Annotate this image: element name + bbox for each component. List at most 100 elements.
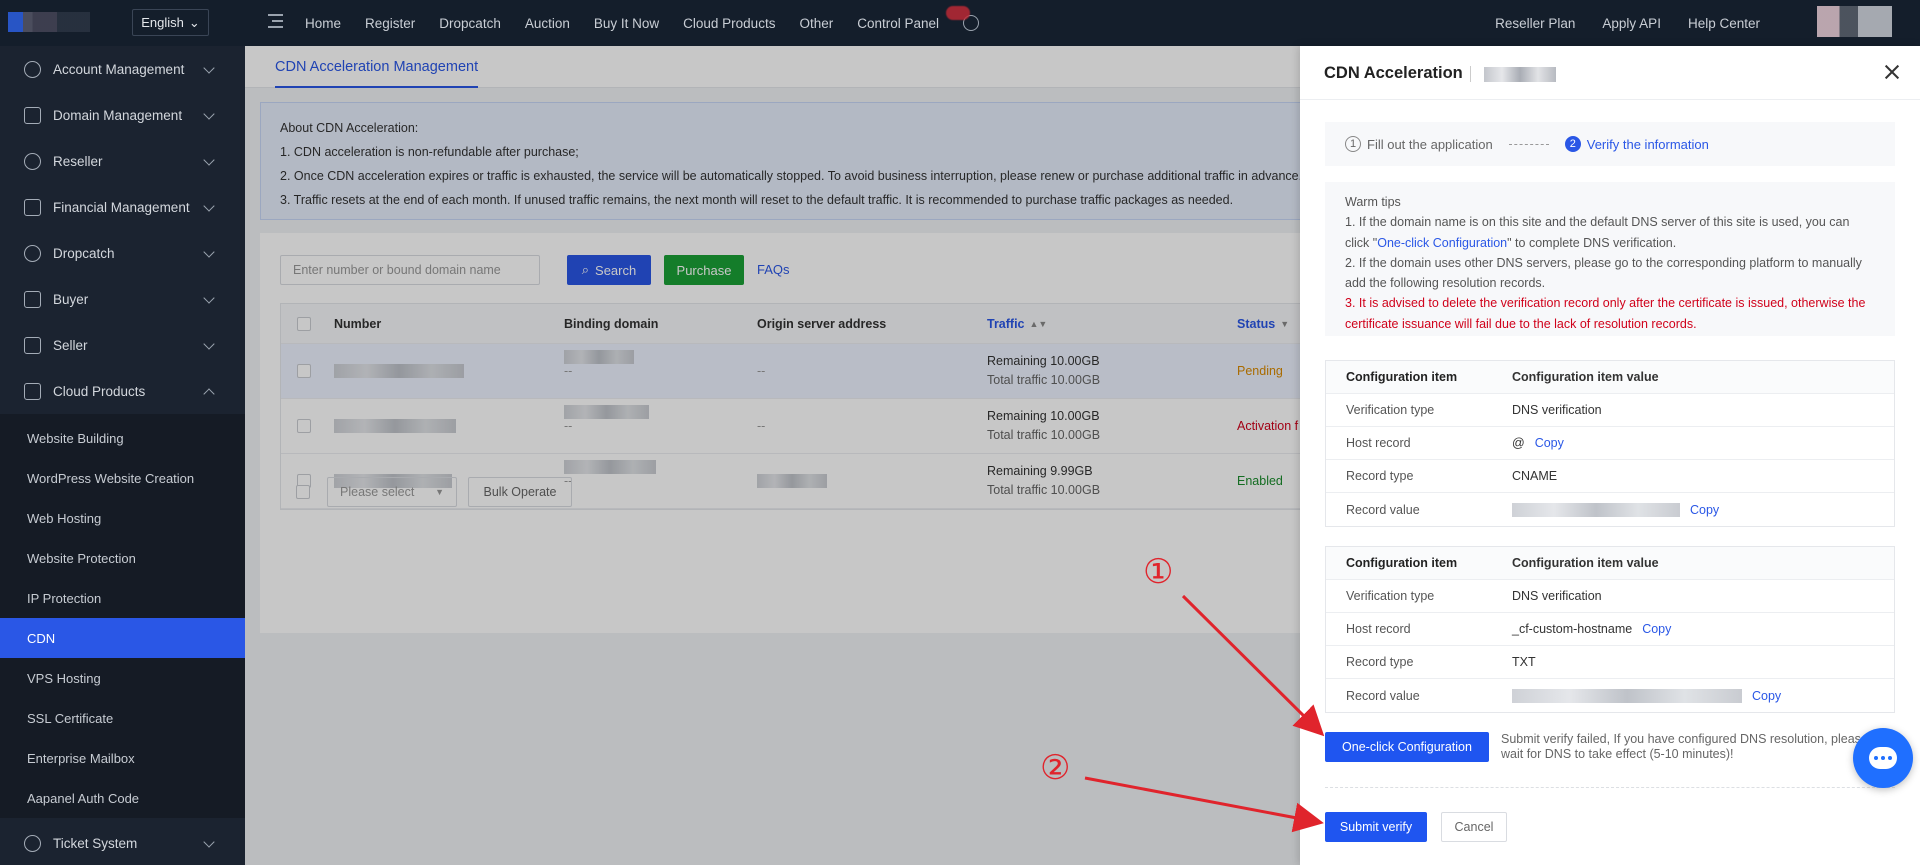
one-click-config-link[interactable]: One-click Configuration [1377, 236, 1507, 250]
sidebar-sub-ip-protection[interactable]: IP Protection [0, 578, 245, 618]
top-nav: Home Register Dropcatch Auction Buy It N… [305, 0, 980, 46]
sidebar-item-dropcatch[interactable]: Dropcatch [0, 230, 245, 276]
language-selector[interactable]: English ⌄ [132, 9, 209, 36]
nav-other[interactable]: Other [799, 16, 833, 31]
sidebar-item-label: Buyer [53, 291, 89, 307]
config-key: Record value [1346, 688, 1420, 703]
config-header-value: Configuration item value [1512, 370, 1659, 384]
config-row: Record value Copy [1326, 493, 1894, 526]
top-right-nav: Reseller Plan Apply API Help Center [1495, 0, 1760, 46]
sidebar-item-label: Reseller [53, 153, 103, 169]
nav-register[interactable]: Register [365, 16, 415, 31]
sidebar-sub-cdn[interactable]: CDN [0, 618, 245, 658]
sidebar-item-seller[interactable]: Seller [0, 322, 245, 368]
config-value-cell: @ Copy [1512, 436, 1564, 450]
copy-button[interactable]: Copy [1535, 436, 1564, 450]
sidebar-item-reseller[interactable]: Reseller [0, 138, 245, 184]
tips-title: Warm tips [1345, 195, 1401, 209]
copy-button[interactable]: Copy [1690, 503, 1719, 517]
nav-reseller-plan[interactable]: Reseller Plan [1495, 16, 1575, 31]
submit-verify-button[interactable]: Submit verify [1325, 812, 1427, 842]
annotation-number-1: ① [1143, 552, 1174, 592]
sidebar-item-account-management[interactable]: Account Management [0, 46, 245, 92]
chat-bubble-icon [1869, 747, 1897, 769]
chevron-down-icon [203, 62, 215, 74]
config-value: DNS verification [1512, 589, 1602, 603]
sidebar-item-financial-management[interactable]: Financial Management [0, 184, 245, 230]
nav-home[interactable]: Home [305, 16, 341, 31]
nav-cloud-products[interactable]: Cloud Products [683, 16, 775, 31]
config-row: Verification type DNS verification [1326, 580, 1894, 613]
sidebar-item-cloud-products[interactable]: Cloud Products [0, 368, 245, 414]
sidebar-sub-website-building[interactable]: Website Building [0, 418, 245, 458]
cdn-drawer: CDN Acceleration 1 Fill out the applicat… [1300, 46, 1920, 865]
chevron-down-icon [203, 200, 215, 212]
finance-icon [24, 198, 41, 216]
nav-help-center[interactable]: Help Center [1688, 16, 1760, 31]
chevron-down-icon [203, 246, 215, 258]
cart-icon [24, 290, 41, 308]
nav-buy-it-now[interactable]: Buy It Now [594, 16, 659, 31]
drawer-title: CDN Acceleration [1324, 64, 1463, 82]
sidebar-item-label: Dropcatch [53, 245, 115, 261]
cloud-icon [24, 382, 41, 400]
config-row: Record type CNAME [1326, 460, 1894, 493]
config-header-key: Configuration item [1346, 556, 1458, 570]
menu-toggle-icon[interactable] [268, 14, 283, 29]
config-row: Host record _cf-custom-hostname Copy [1326, 613, 1894, 646]
config-value-cell: Copy [1512, 502, 1719, 517]
sidebar-item-domain-management[interactable]: Domain Management [0, 92, 245, 138]
chat-support-button[interactable] [1853, 728, 1913, 788]
cancel-button[interactable]: Cancel [1441, 812, 1507, 842]
sidebar-sub-vps-hosting[interactable]: VPS Hosting [0, 658, 245, 698]
redacted-record-value [1512, 688, 1742, 703]
sidebar-item-ticket-system[interactable]: Ticket System [0, 820, 245, 865]
sidebar-sub-aapanel-auth-code[interactable]: Aapanel Auth Code [0, 778, 245, 818]
sidebar-item-label: Account Management [53, 61, 185, 77]
sidebar-sub-wordpress[interactable]: WordPress Website Creation [0, 458, 245, 498]
config-key: Record type [1346, 655, 1414, 669]
chevron-down-icon [203, 154, 215, 166]
sidebar-item-buyer[interactable]: Buyer [0, 276, 245, 322]
config-row: Record type TXT [1326, 646, 1894, 679]
step-1-label: Fill out the application [1367, 136, 1493, 152]
sidebar-item-label: Cloud Products [53, 383, 146, 399]
steps-indicator: 1 Fill out the application 2 Verify the … [1325, 122, 1895, 166]
sidebar: Account Management Domain Management Res… [0, 46, 245, 865]
sidebar-sub-ssl-certificate[interactable]: SSL Certificate [0, 698, 245, 738]
warm-tips: Warm tips 1. If the domain name is on th… [1325, 182, 1895, 336]
one-click-configuration-button[interactable]: One-click Configuration [1325, 732, 1489, 762]
drawer-header: CDN Acceleration [1300, 46, 1920, 100]
config-row: Host record @ Copy [1326, 427, 1894, 460]
sidebar-item-label: Financial Management [53, 199, 190, 215]
nav-dropcatch[interactable]: Dropcatch [439, 16, 501, 31]
config-key: Verification type [1346, 403, 1435, 417]
config-value: TXT [1512, 655, 1536, 669]
seller-icon [24, 336, 41, 354]
config-value: CNAME [1512, 469, 1558, 483]
config-header: Configuration item Configuration item val… [1326, 361, 1894, 394]
sidebar-sub-website-protection[interactable]: Website Protection [0, 538, 245, 578]
notification-badge [946, 6, 970, 20]
config-key: Record type [1346, 469, 1414, 483]
sidebar-sub-enterprise-mailbox[interactable]: Enterprise Mailbox [0, 738, 245, 778]
step-2-number: 2 [1564, 136, 1581, 152]
language-label: English [141, 15, 184, 30]
nav-auction[interactable]: Auction [525, 16, 570, 31]
config-key: Verification type [1346, 589, 1435, 603]
annotation-number-2: ② [1040, 748, 1071, 788]
nav-control-panel[interactable]: Control Panel [857, 16, 939, 31]
nav-apply-api[interactable]: Apply API [1602, 16, 1661, 31]
reseller-icon [24, 152, 41, 170]
config-header-key: Configuration item [1346, 370, 1458, 384]
sidebar-item-label: Domain Management [53, 107, 183, 123]
sidebar-sub-web-hosting[interactable]: Web Hosting [0, 498, 245, 538]
copy-button[interactable]: Copy [1642, 622, 1671, 636]
chevron-down-icon [203, 338, 215, 350]
close-icon[interactable] [1882, 62, 1902, 82]
user-icon [24, 60, 41, 78]
user-avatar[interactable] [1817, 6, 1892, 37]
copy-button[interactable]: Copy [1752, 689, 1781, 703]
tips-line-1: 1. If the domain name is on this site an… [1345, 212, 1875, 253]
site-logo[interactable] [8, 12, 90, 32]
